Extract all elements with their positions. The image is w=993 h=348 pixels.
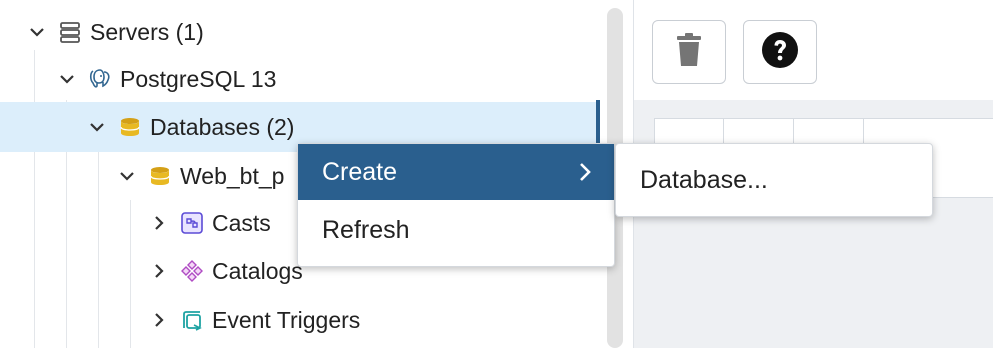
chevron-right-icon[interactable] — [148, 260, 170, 282]
chevron-right-icon[interactable] — [148, 212, 170, 234]
trash-icon — [674, 32, 704, 73]
context-menu: Create Refresh — [297, 143, 615, 267]
chevron-down-icon[interactable] — [116, 165, 138, 187]
tree-node-label: Servers (1) — [90, 18, 204, 45]
tree-node-event-triggers[interactable]: Event Triggers — [0, 295, 600, 345]
menu-item-database[interactable]: Database... — [640, 166, 768, 195]
tree-node-servers[interactable]: Servers (1) — [0, 7, 600, 57]
chevron-right-icon — [576, 160, 594, 184]
chevron-right-icon[interactable] — [148, 309, 170, 331]
tree-node-label: Catalogs — [212, 257, 303, 284]
casts-icon — [180, 211, 204, 235]
menu-item-label: Refresh — [322, 215, 410, 244]
delete-button[interactable] — [652, 20, 726, 84]
tree-node-label: Event Triggers — [212, 306, 361, 333]
tree-node-postgresql[interactable]: PostgreSQL 13 — [0, 54, 600, 104]
create-submenu: Database... — [615, 143, 933, 217]
tree-node-label: Casts — [212, 209, 271, 236]
event-triggers-icon — [180, 308, 204, 332]
chevron-down-icon[interactable] — [86, 116, 108, 138]
databases-icon — [118, 115, 142, 139]
chevron-down-icon[interactable] — [56, 68, 78, 90]
servers-icon — [58, 20, 82, 44]
catalogs-icon — [180, 259, 204, 283]
database-icon — [148, 164, 172, 188]
menu-item-label: Create — [322, 157, 398, 186]
tree-node-label: PostgreSQL 13 — [120, 65, 277, 92]
tree-node-label: Databases (2) — [150, 113, 295, 140]
chevron-down-icon[interactable] — [26, 21, 48, 43]
help-button[interactable] — [743, 20, 817, 84]
help-icon — [761, 31, 799, 74]
postgresql-elephant-icon — [88, 67, 112, 91]
tree-node-label: Web_bt_p — [180, 162, 285, 189]
menu-item-create[interactable]: Create — [298, 144, 614, 200]
menu-item-refresh[interactable]: Refresh — [298, 202, 614, 258]
